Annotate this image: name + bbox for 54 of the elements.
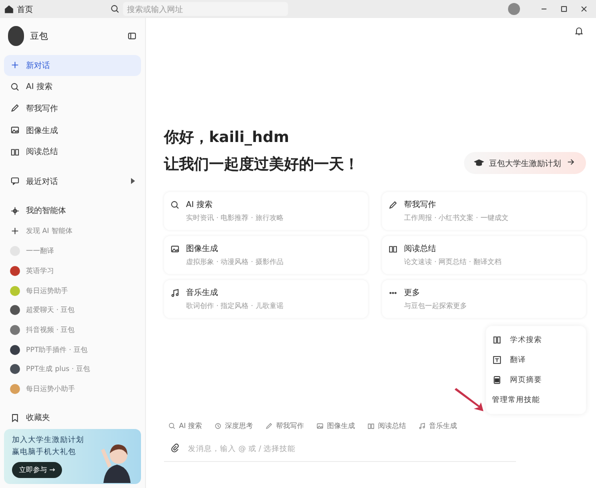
promo-link-button[interactable]: 豆包大学生激励计划 <box>464 152 586 174</box>
nav-item[interactable]: 图像生成 <box>4 120 141 140</box>
pen-icon <box>265 422 274 430</box>
card-title: 更多 <box>404 287 420 298</box>
music-note-icon <box>170 288 180 298</box>
nav-item[interactable]: 帮我写作 <box>4 98 141 119</box>
translate-icon <box>492 355 502 365</box>
recent-chats-item[interactable]: 最近对话 <box>4 170 141 192</box>
close-icon <box>580 5 588 13</box>
user-avatar[interactable] <box>508 3 520 15</box>
book-icon <box>492 335 502 345</box>
annotation-arrow <box>452 388 486 412</box>
music-note-icon <box>418 422 426 430</box>
search-icon <box>168 422 176 430</box>
nav-item[interactable]: AI 搜索 <box>4 76 141 98</box>
home-tab[interactable]: 首页 <box>4 4 104 14</box>
plus-icon <box>10 226 20 236</box>
home-icon <box>4 4 14 14</box>
document-icon <box>492 375 502 385</box>
paperclip-icon <box>170 443 180 453</box>
app-avatar <box>8 26 24 46</box>
bell-icon <box>574 26 584 36</box>
image-icon <box>170 244 180 254</box>
favorites-item[interactable]: 收藏夹 <box>4 408 141 428</box>
nav-item[interactable]: 阅读总结 <box>4 141 141 162</box>
agents-item[interactable]: 我的智能体 <box>4 200 141 222</box>
card-title: 阅读总结 <box>404 243 436 254</box>
maximize-icon <box>560 5 568 13</box>
sidebar-toggle-icon <box>127 30 137 40</box>
card-title: 音乐生成 <box>186 287 218 298</box>
search-icon <box>10 82 20 92</box>
arrow-right-icon <box>566 157 576 167</box>
greeting-title: 你好，kaili_hdm <box>164 128 290 147</box>
image-icon <box>316 422 324 430</box>
pen-icon <box>388 200 398 210</box>
nav-item[interactable]: 新对话 <box>4 55 141 76</box>
bookmark-icon <box>10 412 20 423</box>
clock-icon <box>214 422 222 430</box>
card-title: AI 搜索 <box>186 199 212 210</box>
book-icon <box>388 244 398 254</box>
pen-icon <box>10 103 20 114</box>
search-icon <box>170 200 180 210</box>
greeting-subtitle: 让我们一起度过美好的一天！ <box>164 155 359 174</box>
chat-icon <box>10 176 20 186</box>
search-field[interactable]: 搜索或输入网址 <box>123 2 288 16</box>
card-title: 图像生成 <box>186 243 218 254</box>
book-icon <box>10 146 20 157</box>
graduation-cap-icon <box>474 158 484 168</box>
card-title: 帮我写作 <box>404 199 436 210</box>
search-icon <box>110 4 120 14</box>
book-icon <box>367 422 376 430</box>
app-name: 豆包 <box>30 30 48 42</box>
plus-icon <box>10 60 20 70</box>
image-icon <box>10 125 20 136</box>
